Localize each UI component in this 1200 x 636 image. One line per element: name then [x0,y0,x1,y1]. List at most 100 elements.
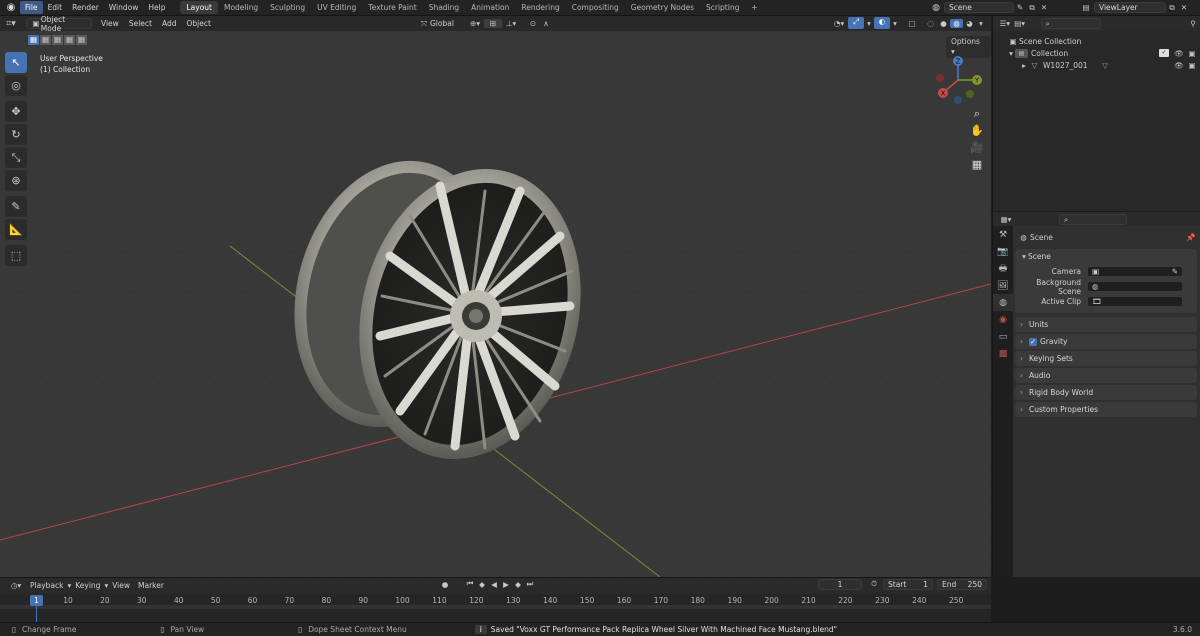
visibility-icon[interactable]: ◔▾ [830,19,848,28]
select-new-icon[interactable]: ▦ [28,35,39,45]
menu-timeline-view[interactable]: View [108,581,134,590]
editor-type-icon[interactable]: ⌗▾ [0,19,22,29]
camera-view-icon[interactable]: 🎥 [968,139,986,156]
solid-shading-icon[interactable]: ● [937,19,950,28]
view-layer-icon[interactable]: ▤ [1078,3,1094,12]
zoom-icon[interactable]: ⌕ [968,105,986,122]
end-frame-field[interactable]: End 250 [937,579,987,590]
gravity-checkbox[interactable]: ✓ [1029,338,1037,346]
panel-rigid-body-world[interactable]: Rigid Body World [1015,385,1197,400]
outliner-editor-icon[interactable]: ☰▾ [997,19,1013,28]
select-invert-icon[interactable]: ▦ [64,35,75,45]
delete-view-layer-icon[interactable]: ✕ [1178,3,1190,12]
delete-scene-icon[interactable]: ✕ [1038,3,1050,12]
tab-uv-editing[interactable]: UV Editing [311,1,362,14]
view-layer-field[interactable]: ViewLayer [1094,2,1166,13]
display-mode-icon[interactable]: ▤▾ [1013,19,1027,28]
pivot-icon[interactable]: ⊕▾ [466,19,484,28]
panel-audio[interactable]: Audio [1015,368,1197,383]
frame-ruler[interactable]: 1102030405060708090100110120130140150160… [0,594,991,623]
active-clip-field[interactable]: 🎞 [1087,296,1183,307]
gizmo-dropdown-icon[interactable]: ▾ [864,19,874,28]
playhead[interactable]: 1 [30,595,43,606]
tab-scripting[interactable]: Scripting [700,1,745,14]
expand-arrow-icon[interactable]: ▾ [1007,49,1015,58]
transform-tool-icon[interactable]: ⊛ [5,170,27,191]
cursor-tool-icon[interactable]: ◎ [5,75,27,96]
menu-keying[interactable]: Keying [71,581,104,590]
select-intersect-icon[interactable]: ▦ [76,35,87,45]
new-view-layer-icon[interactable]: ⧉ [1166,3,1178,13]
snap-icon[interactable]: ⊞ [484,19,502,28]
world-tab-icon[interactable]: ◉ [993,311,1013,328]
tab-layout[interactable]: Layout [180,1,218,14]
eyedropper-icon[interactable]: ✎ [1172,267,1178,276]
select-subtract-icon[interactable]: ▦ [52,35,63,45]
move-tool-icon[interactable]: ✥ [5,101,27,122]
mesh-data-icon[interactable]: ▽ [1099,61,1111,70]
tab-texture-paint[interactable]: Texture Paint [362,1,422,14]
outliner-row-object[interactable]: ▸ ▽ W1027_001 ▽ 👁 ▣ [993,59,1200,71]
next-keyframe-icon[interactable]: ◆ [512,580,524,589]
shading-dropdown-icon[interactable]: ▾ [976,19,986,28]
menu-object[interactable]: Object [181,17,215,31]
background-scene-field[interactable]: ◍ [1087,281,1183,292]
menu-view[interactable]: View [96,17,124,31]
render-camera-icon[interactable]: ▣ [1186,49,1198,58]
panel-gravity[interactable]: ✓Gravity [1015,334,1197,349]
add-cube-tool-icon[interactable]: ⬚ [5,245,27,266]
measure-tool-icon[interactable]: 📐 [5,219,27,240]
pin-context-icon[interactable]: 📌 [1185,233,1197,242]
panel-units[interactable]: Units [1015,317,1197,332]
tab-geometry-nodes[interactable]: Geometry Nodes [625,1,700,14]
panel-keying-sets[interactable]: Keying Sets [1015,351,1197,366]
play-reverse-icon[interactable]: ◀ [488,580,500,589]
properties-search-input[interactable]: ⌕ [1059,213,1127,225]
visibility-eye-icon[interactable]: 👁 [1173,49,1185,58]
menu-window[interactable]: Window [104,1,144,14]
navigation-gizmo[interactable]: Z Y X [932,54,984,106]
menu-render[interactable]: Render [67,1,104,14]
object-visibility-eye-icon[interactable]: 👁 [1173,61,1185,70]
menu-edit[interactable]: Edit [43,1,68,14]
mode-selector[interactable]: ▣ Object Mode [26,16,92,33]
menu-add[interactable]: Add [157,17,182,31]
status-message[interactable]: Saved "Voxx GT Performance Pack Replica … [491,625,837,634]
tab-shading[interactable]: Shading [423,1,465,14]
orientation-dropdown[interactable]: Global [430,18,466,29]
properties-editor-icon[interactable]: ▦▾ [997,215,1015,224]
wireframe-shading-icon[interactable]: ◌ [924,19,937,28]
texture-tab-icon[interactable]: ▩ [993,345,1013,362]
menu-playback[interactable]: Playback [26,581,67,590]
select-extend-icon[interactable]: ▦ [40,35,51,45]
object-render-camera-icon[interactable]: ▣ [1186,61,1198,70]
scene-name-field[interactable]: Scene [944,2,1014,13]
outliner-row-collection[interactable]: ▾ ▤ Collection ✓ 👁 ▣ [993,47,1200,59]
outliner-search-input[interactable]: ⌕ [1040,18,1102,29]
scene-browse-icon[interactable]: ◍ [928,3,944,13]
jump-end-icon[interactable]: ⏭ [524,579,536,589]
filter-icon[interactable]: ⚲ [1186,19,1200,28]
output-tab-icon[interactable]: 🖶 [993,260,1013,277]
preview-range-icon[interactable]: ⏱ [868,579,880,589]
select-box-tool-icon[interactable]: ↖ [5,52,27,73]
menu-help[interactable]: Help [143,1,170,14]
scene-tab-icon[interactable]: ◍ [993,294,1013,311]
gizmo-toggle-icon[interactable]: ⤢ [848,17,864,29]
collection-tab-icon[interactable]: ▭ [993,328,1013,345]
collapse-arrow-icon[interactable]: ▸ [1020,61,1028,70]
panel-custom-properties[interactable]: Custom Properties [1015,402,1197,417]
jump-start-icon[interactable]: ⏮ [464,579,476,589]
scene-panel-header[interactable]: ▾ Scene [1015,249,1197,264]
play-icon[interactable]: ▶ [500,580,512,589]
tab-rendering[interactable]: Rendering [515,1,565,14]
add-workspace-button[interactable]: + [745,1,763,14]
view-layer-tab-icon[interactable]: 🖼 [993,277,1013,294]
rendered-shading-icon[interactable]: ◕ [963,19,976,28]
tab-compositing[interactable]: Compositing [566,1,625,14]
camera-field[interactable]: ▣ ✎ [1087,266,1183,277]
perspective-toggle-icon[interactable]: ▦ [968,156,986,173]
render-tab-icon[interactable]: 📷 [993,243,1013,260]
pan-hand-icon[interactable]: ✋ [968,122,986,139]
overlay-dropdown-icon[interactable]: ▾ [890,19,900,28]
